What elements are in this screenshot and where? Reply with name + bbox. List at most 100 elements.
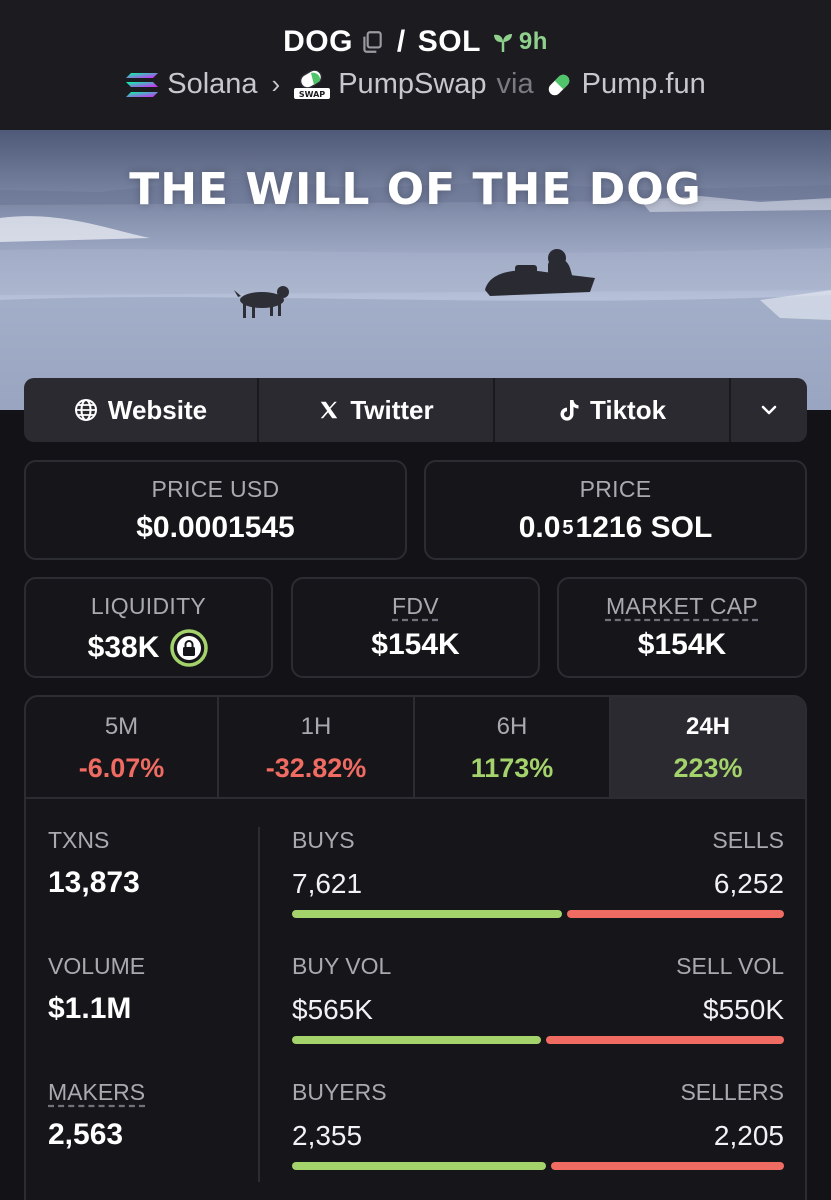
chain-link[interactable]: Solana [125, 68, 258, 101]
makers-stat: MAKERS 2,563 [48, 1079, 258, 1200]
tab-1h[interactable]: 1H -32.82% [219, 697, 415, 797]
market-cap-card: MARKET CAP $154K [557, 577, 807, 678]
price-native-value: 0.0 5 1216 SOL [426, 511, 805, 545]
buys-sells-ratio: BUYS SELLS 7,621 6,252 [292, 827, 784, 953]
sell-vol-bar-fill [546, 1036, 784, 1044]
pumpswap-icon: SWAP [294, 69, 331, 99]
market-cap-value: $154K [637, 628, 727, 661]
dex-name: PumpSwap [338, 68, 487, 100]
pair-age: 9h [491, 28, 548, 56]
buy-vol-value: $565K [292, 994, 373, 1025]
txns-value: 13,873 [48, 866, 140, 899]
tab-24h[interactable]: 24H 223% [611, 697, 805, 797]
buy-vol-label: BUY VOL [292, 953, 392, 979]
buys-value: 7,621 [292, 868, 363, 899]
tab-label: 6H [496, 713, 528, 740]
price-usd-value: $0.0001545 [136, 511, 295, 544]
quote-symbol: SOL [417, 25, 481, 58]
chain-name: Solana [167, 68, 258, 100]
price-native-label: PRICE [579, 476, 652, 502]
lock-icon[interactable] [169, 628, 209, 668]
sellers-bar-fill [550, 1162, 784, 1170]
tiktok-icon [560, 400, 579, 421]
sell-vol-value: $550K [703, 994, 784, 1025]
txns-stat: TXNS 13,873 [48, 827, 258, 953]
tab-change: -32.82% [265, 753, 367, 783]
price-prefix: 0.0 [518, 511, 561, 544]
timeframe-tabs: 5M -6.07% 1H -32.82% 6H 1173% 24H 223% [26, 697, 805, 799]
twitter-button[interactable]: Twitter [259, 378, 495, 442]
volume-bar [292, 1036, 784, 1044]
buyers-value: 2,355 [292, 1120, 363, 1151]
breadcrumb: Solana › SWAP PumpSwap via Pump.fun [0, 68, 831, 101]
website-button[interactable]: Website [24, 378, 259, 442]
launchpad-link[interactable]: Pump.fun [544, 68, 706, 101]
more-links-button[interactable] [731, 378, 807, 442]
sell-bar-fill [567, 910, 784, 918]
buys-sells-bar [292, 910, 784, 918]
pair-title: DOG / SOL 9h [0, 0, 831, 62]
twitter-label: Twitter [350, 394, 434, 425]
tiktok-button[interactable]: Tiktok [495, 378, 731, 442]
makers-ratio: BUYERS SELLERS 2,355 2,205 [292, 1079, 784, 1200]
copy-icon[interactable] [359, 29, 385, 55]
solana-icon [126, 72, 159, 97]
buy-vol-bar-fill [292, 1036, 542, 1044]
price-zero-count: 5 [562, 516, 574, 539]
sellers-value: 2,205 [713, 1120, 784, 1151]
price-usd-label: PRICE USD [151, 476, 280, 502]
price-usd-card: PRICE USD $0.0001545 [24, 460, 407, 560]
liquidity-label: LIQUIDITY [90, 593, 207, 619]
tab-5m[interactable]: 5M -6.07% [26, 697, 219, 797]
tab-label: 24H [685, 713, 731, 740]
makers-label[interactable]: MAKERS [48, 1079, 258, 1106]
social-links: Website Twitter Tiktok [24, 378, 807, 442]
chevron-down-icon [761, 405, 777, 415]
ratio-column: BUYS SELLS 7,621 6,252 BUY VOL SELL VOL … [292, 827, 784, 1200]
fdv-value: $154K [371, 628, 460, 661]
pair-header: DOG / SOL 9h Solana › SWAP PumpSwap via … [0, 0, 831, 130]
market-cap-label[interactable]: MARKET CAP [559, 593, 805, 620]
sells-value: 6,252 [713, 868, 784, 899]
buyers-label: BUYERS [292, 1079, 387, 1105]
buyers-bar-fill [292, 1162, 546, 1170]
launchpad-name: Pump.fun [581, 68, 706, 100]
tab-label: 5M [104, 713, 139, 740]
banner-title: THE WILL OF THE DOG [129, 164, 702, 215]
pill-icon [548, 74, 569, 95]
pair-separator: / [396, 25, 406, 58]
liquidity-card: LIQUIDITY $38K [24, 577, 273, 678]
fdv-card: FDV $154K [291, 577, 540, 678]
sellers-label: SELLERS [680, 1079, 784, 1105]
tab-change: 1173% [470, 753, 554, 783]
volume-value: $1.1M [48, 992, 132, 1025]
website-label: Website [107, 394, 208, 425]
volume-label: VOLUME [48, 953, 146, 979]
via-label: via [496, 68, 534, 100]
performance-panel: 5M -6.07% 1H -32.82% 6H 1173% 24H 223% T… [24, 695, 807, 1200]
column-divider [258, 827, 260, 1182]
tab-label: 1H [300, 713, 332, 740]
volume-stat: VOLUME $1.1M [48, 953, 258, 1079]
fdv-label[interactable]: FDV [293, 593, 538, 620]
makers-value: 2,563 [48, 1118, 124, 1151]
sprout-icon [493, 34, 512, 52]
token-symbol: DOG [283, 25, 353, 58]
buy-bar-fill [292, 910, 563, 918]
globe-icon [74, 399, 97, 421]
dex-link[interactable]: SWAP PumpSwap [294, 68, 487, 101]
totals-column: TXNS 13,873 VOLUME $1.1M MAKERS 2,563 [48, 827, 258, 1200]
buys-label: BUYS [292, 827, 355, 853]
chevron-right-icon: › [271, 69, 281, 99]
pair-age-text: 9h [518, 28, 548, 55]
makers-bar [292, 1162, 784, 1170]
liquidity-value-row: $38K [26, 628, 271, 668]
tab-6h[interactable]: 6H 1173% [415, 697, 611, 797]
x-logo-icon [321, 401, 338, 419]
price-native-card: PRICE 0.0 5 1216 SOL [424, 460, 807, 560]
liquidity-value: $38K [87, 631, 160, 664]
sell-vol-label: SELL VOL [676, 953, 784, 979]
tab-change: 223% [673, 753, 743, 783]
sells-label: SELLS [712, 827, 784, 853]
tiktok-label: Tiktok [589, 394, 667, 425]
